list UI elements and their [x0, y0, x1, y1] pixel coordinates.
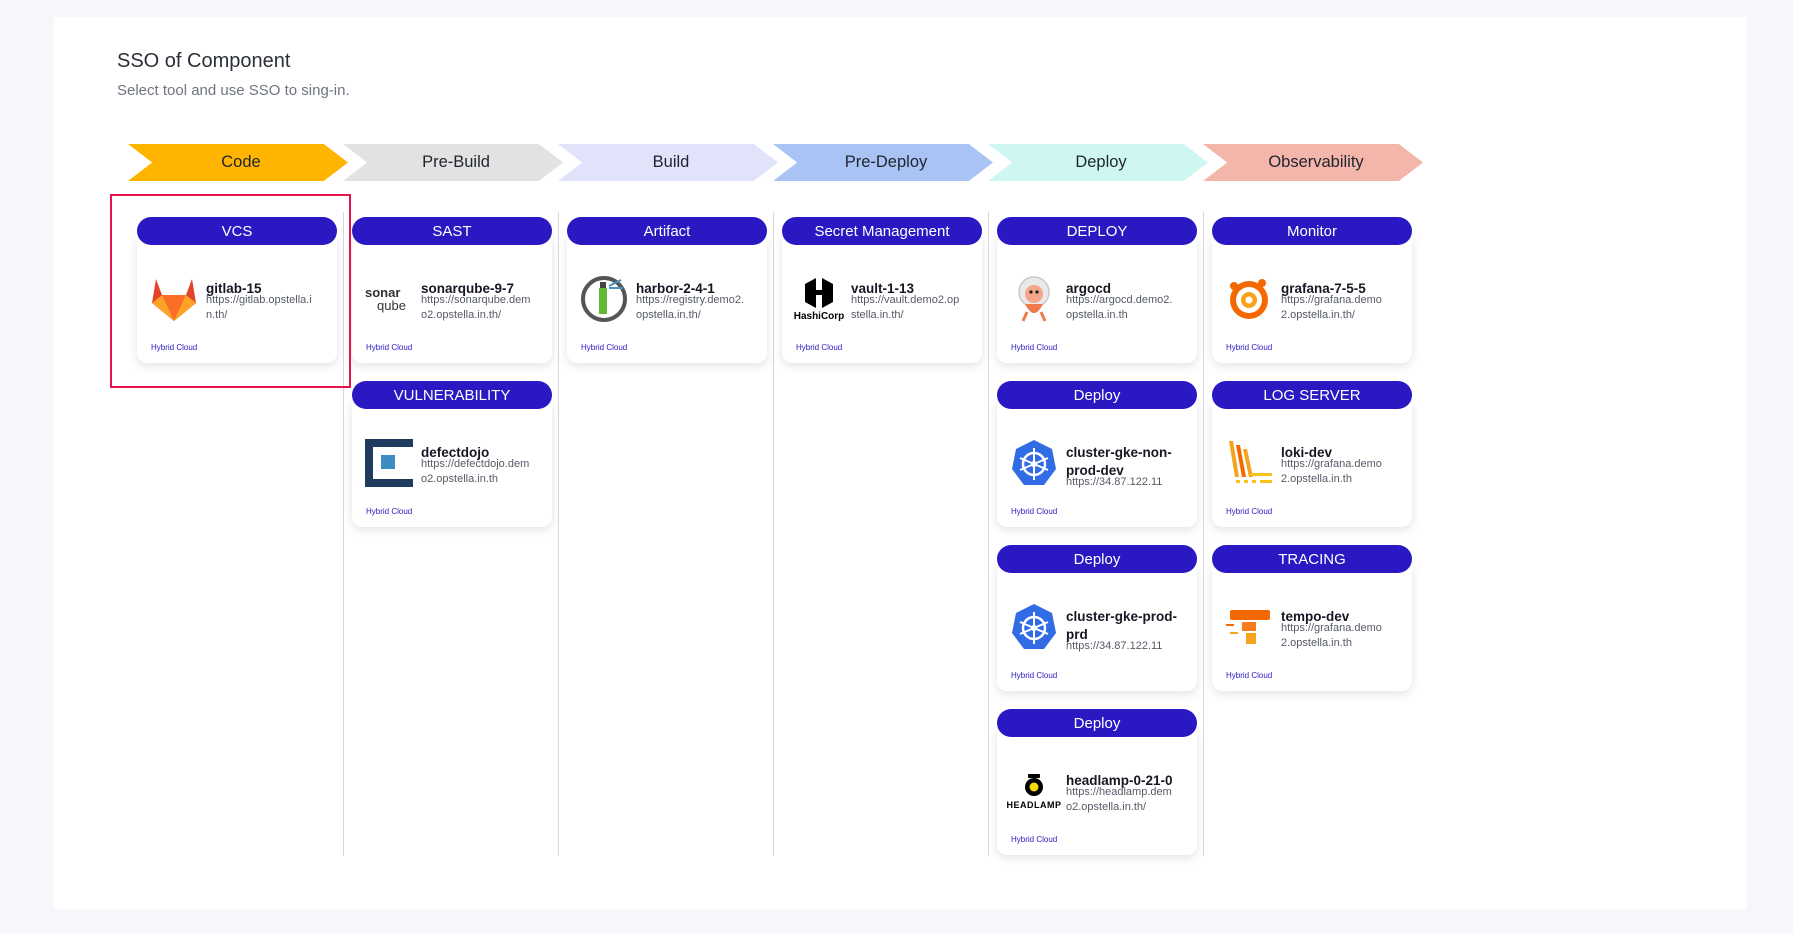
tool-card-cluster-gke-non-prod-dev[interactable]: cluster-gke-non-prod-dev https://34.87.1… — [997, 397, 1197, 527]
sonarqube-logo-text: qube — [377, 298, 406, 313]
hashicorp-logo-text: HashiCorp — [793, 310, 845, 322]
stage-label: Deploy — [1075, 153, 1127, 171]
column-divider — [988, 212, 989, 856]
stage-observability: Observability — [1203, 144, 1423, 181]
column-divider — [343, 212, 344, 856]
argocd-icon — [1008, 273, 1060, 325]
sonarqube-icon: sonar qube — [363, 273, 415, 325]
gitlab-icon — [148, 273, 200, 325]
category-tracing: TRACING — [1212, 545, 1412, 573]
tool-card-sonarqube[interactable]: sonar qube sonarqube-9-7 https://sonarqu… — [352, 233, 552, 363]
tool-url[interactable]: https://34.87.122.11 — [1066, 639, 1176, 654]
headlamp-logo-text: HEADLAMP — [1006, 799, 1062, 810]
stage-pre-deploy: Pre-Deploy — [773, 144, 993, 181]
stage-pre-build: Pre-Build — [343, 144, 563, 181]
tool-card-vault[interactable]: HashiCorp vault-1-13 https://vault.demo2… — [782, 233, 982, 363]
stage-label: Code — [221, 153, 261, 171]
harbor-icon — [578, 273, 630, 325]
tool-card-defectdojo[interactable]: defectdojo https://defectdojo.demo2.opst… — [352, 397, 552, 527]
tool-url[interactable]: https://argocd.demo2.opstella.in.th — [1066, 293, 1176, 323]
tool-card-argocd[interactable]: argocd https://argocd.demo2.opstella.in.… — [997, 233, 1197, 363]
category-vulnerability: VULNERABILITY — [352, 381, 552, 409]
hybrid-cloud-badge: Hybrid Cloud — [581, 343, 628, 352]
category-sast: SAST — [352, 217, 552, 245]
tempo-icon — [1223, 601, 1275, 653]
hybrid-cloud-badge: Hybrid Cloud — [151, 343, 198, 352]
tool-url[interactable]: https://gitlab.opstella.in.th/ — [206, 293, 316, 323]
hybrid-cloud-badge: Hybrid Cloud — [1011, 343, 1058, 352]
stage-code: Code — [128, 144, 348, 181]
tool-card-grafana[interactable]: grafana-7-5-5 https://grafana.demo2.opst… — [1212, 233, 1412, 363]
tool-card-harbor[interactable]: harbor-2-4-1 https://registry.demo2.opst… — [567, 233, 767, 363]
hybrid-cloud-badge: Hybrid Cloud — [1226, 671, 1273, 680]
tool-card-headlamp[interactable]: HEADLAMP headlamp-0-21-0 https://headlam… — [997, 725, 1197, 855]
tool-card-tempo[interactable]: tempo-dev https://grafana.demo2.opstella… — [1212, 561, 1412, 691]
defectdojo-icon — [363, 437, 415, 489]
headlamp-icon: HEADLAMP — [1006, 765, 1062, 817]
stage-build: Build — [558, 144, 778, 181]
hybrid-cloud-badge: Hybrid Cloud — [796, 343, 843, 352]
stage-deploy: Deploy — [988, 144, 1208, 181]
stage-label: Observability — [1268, 153, 1364, 171]
page-title: SSO of Component — [117, 50, 291, 72]
kubernetes-icon — [1008, 601, 1060, 653]
tool-url[interactable]: https://registry.demo2.opstella.in.th/ — [636, 293, 746, 323]
tool-url[interactable]: https://sonarqube.demo2.opstella.in.th/ — [421, 293, 531, 323]
page-subtitle: Select tool and use SSO to sing-in. — [117, 82, 350, 99]
category-deploy: Deploy — [997, 545, 1197, 573]
hybrid-cloud-badge: Hybrid Cloud — [366, 343, 413, 352]
tool-url[interactable]: https://grafana.demo2.opstella.in.th — [1281, 621, 1391, 651]
hybrid-cloud-badge: Hybrid Cloud — [1226, 343, 1273, 352]
tool-card-cluster-gke-prod-prd[interactable]: cluster-gke-prod-prd https://34.87.122.1… — [997, 561, 1197, 691]
tool-url[interactable]: https://headlamp.demo2.opstella.in.th/ — [1066, 785, 1176, 815]
hashicorp-vault-icon: HashiCorp — [793, 273, 845, 325]
hybrid-cloud-badge: Hybrid Cloud — [1011, 835, 1058, 844]
tool-url[interactable]: https://34.87.122.11 — [1066, 475, 1176, 490]
stage-label: Pre-Deploy — [844, 153, 928, 171]
tool-url[interactable]: https://defectdojo.demo2.opstella.in.th — [421, 457, 531, 487]
stage-label: Pre-Build — [422, 153, 490, 171]
category-vcs: VCS — [137, 217, 337, 245]
stage-label: Build — [652, 153, 690, 171]
category-deploy: Deploy — [997, 381, 1197, 409]
tool-card-loki[interactable]: loki-dev https://grafana.demo2.opstella.… — [1212, 397, 1412, 527]
column-divider — [1203, 212, 1204, 856]
tool-url[interactable]: https://grafana.demo2.opstella.in.th/ — [1281, 293, 1391, 323]
loki-icon — [1223, 437, 1275, 489]
tool-url[interactable]: https://vault.demo2.opstella.in.th/ — [851, 293, 961, 323]
category-deploy: DEPLOY — [997, 217, 1197, 245]
category-log-server: LOG SERVER — [1212, 381, 1412, 409]
hybrid-cloud-badge: Hybrid Cloud — [1011, 671, 1058, 680]
hybrid-cloud-badge: Hybrid Cloud — [366, 507, 413, 516]
tool-url[interactable]: https://grafana.demo2.opstella.in.th — [1281, 457, 1391, 487]
grafana-icon — [1223, 273, 1275, 325]
category-deploy: Deploy — [997, 709, 1197, 737]
tool-card-gitlab[interactable]: gitlab-15 https://gitlab.opstella.in.th/… — [137, 233, 337, 363]
category-monitor: Monitor — [1212, 217, 1412, 245]
column-divider — [558, 212, 559, 856]
hybrid-cloud-badge: Hybrid Cloud — [1226, 507, 1273, 516]
hybrid-cloud-badge: Hybrid Cloud — [1011, 507, 1058, 516]
kubernetes-icon — [1008, 437, 1060, 489]
column-divider — [773, 212, 774, 856]
category-artifact: Artifact — [567, 217, 767, 245]
category-secret-management: Secret Management — [782, 217, 982, 245]
